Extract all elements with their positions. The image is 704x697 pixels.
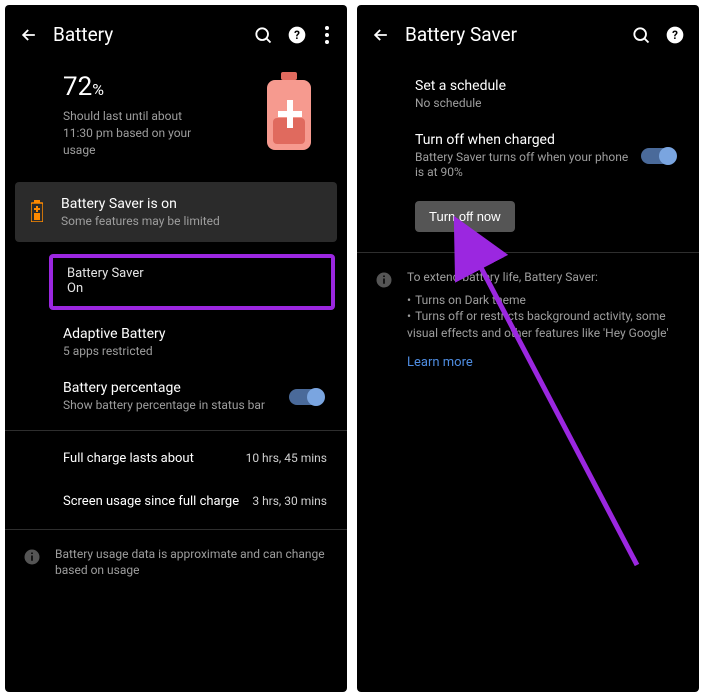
percentage-text: Battery percentage Show battery percenta… [63,380,289,414]
learn-more-link[interactable]: Learn more [407,354,473,372]
battery-icon [263,72,315,152]
battery-saver-status: On [67,281,317,296]
screen-usage-value: 3 hrs, 30 mins [252,494,327,509]
back-icon[interactable] [19,25,39,45]
battery-saver-item[interactable]: Battery Saver On [49,254,335,310]
adaptive-title: Adaptive Battery [63,326,327,342]
screen-usage-row[interactable]: Screen usage since full charge 3 hrs, 30… [5,480,347,523]
battery-saver-title: Battery Saver [67,266,317,281]
divider [357,252,699,253]
turnoff-now-wrap: Turn off now [357,191,699,246]
divider [5,529,347,530]
turnoff-sub: Battery Saver turns off when your phone … [415,150,631,181]
svg-text:?: ? [294,28,300,42]
turnoff-charged-item[interactable]: Turn off when charged Battery Saver turn… [357,122,699,191]
info-icon [23,548,41,566]
percent-sign: % [92,80,104,99]
footer-info-text: Battery usage data is approximate and ca… [55,546,329,580]
info-bullet-2: Turns off or restricts background activi… [407,308,681,342]
app-bar: Battery ? [5,5,347,64]
schedule-title: Set a schedule [415,78,679,94]
turn-off-now-button[interactable]: Turn off now [415,201,515,232]
banner-title: Battery Saver is on [61,196,220,212]
battery-stats: 72% Should last until about 11:30 pm bas… [5,64,347,182]
page-title: Battery [53,23,239,46]
full-charge-label: Full charge lasts about [63,451,194,466]
schedule-sub: No schedule [415,96,679,112]
banner-text: Battery Saver is on Some features may be… [61,196,220,228]
banner-subtitle: Some features may be limited [61,214,220,228]
battery-saver-icon [31,200,43,222]
search-icon[interactable] [253,25,273,45]
turnoff-toggle[interactable] [641,148,675,164]
info-bullet-1: Turns on Dark theme [407,292,681,309]
battery-settings-screen: Battery ? 72% Should last until about 11… [5,5,347,692]
search-icon[interactable] [631,25,651,45]
overflow-icon[interactable] [321,25,333,45]
full-charge-row[interactable]: Full charge lasts about 10 hrs, 45 mins [5,437,347,480]
battery-saver-banner[interactable]: Battery Saver is on Some features may be… [15,182,337,242]
battery-saver-screen: Battery Saver ? Set a schedule No schedu… [357,5,699,692]
adaptive-sub: 5 apps restricted [63,344,327,360]
page-title: Battery Saver [405,23,617,46]
adaptive-battery-item[interactable]: Adaptive Battery 5 apps restricted [5,316,347,370]
battery-percentage-item[interactable]: Battery percentage Show battery percenta… [5,370,347,424]
battery-percent: 72% [63,72,203,102]
help-icon[interactable]: ? [287,25,307,45]
back-icon[interactable] [371,25,391,45]
percent-value: 72 [63,72,92,102]
battery-text: 72% Should last until about 11:30 pm bas… [63,72,203,158]
battery-saver-info: To extend battery life, Battery Saver: T… [357,259,699,382]
svg-text:?: ? [672,28,678,42]
help-icon[interactable]: ? [665,25,685,45]
percentage-toggle[interactable] [289,389,323,405]
app-bar: Battery Saver ? [357,5,699,64]
info-lead: To extend battery life, Battery Saver: [407,269,681,286]
screen-usage-label: Screen usage since full charge [63,494,239,509]
turnoff-text: Turn off when charged Battery Saver turn… [415,132,641,181]
full-charge-value: 10 hrs, 45 mins [246,451,327,466]
schedule-item[interactable]: Set a schedule No schedule [357,64,699,122]
turnoff-title: Turn off when charged [415,132,631,148]
info-icon [375,271,393,289]
percentage-sub: Show battery percentage in status bar [63,398,289,414]
divider [5,430,347,431]
percentage-title: Battery percentage [63,380,289,396]
info-text-block: To extend battery life, Battery Saver: T… [407,269,681,372]
footer-info: Battery usage data is approximate and ca… [5,536,347,590]
battery-summary: Should last until about 11:30 pm based o… [63,108,203,158]
